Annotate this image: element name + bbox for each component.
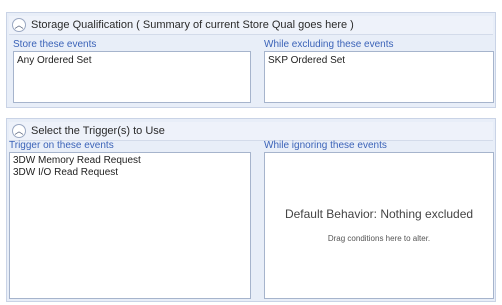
drag-hint: Drag conditions here to alter. bbox=[327, 234, 431, 243]
store-events-label: Store these events bbox=[13, 39, 97, 50]
exclude-events-list[interactable]: SKP Ordered Set bbox=[264, 51, 494, 103]
chevron-up-icon[interactable]: ︿ bbox=[12, 18, 26, 32]
storage-qualification-panel: ︿ Storage Qualification ( Summary of cur… bbox=[6, 12, 496, 108]
store-events-list[interactable]: Any Ordered Set bbox=[13, 51, 251, 103]
list-item[interactable]: 3DW I/O Read Request bbox=[10, 167, 250, 179]
list-item[interactable]: SKP Ordered Set bbox=[265, 52, 493, 67]
storage-qualification-title: Storage Qualification ( Summary of curre… bbox=[31, 19, 354, 31]
chevron-up-icon[interactable]: ︿ bbox=[12, 124, 26, 138]
list-item[interactable]: Any Ordered Set bbox=[14, 52, 250, 67]
ignore-events-label: While ignoring these events bbox=[264, 140, 387, 151]
default-behavior-title: Default Behavior: Nothing excluded bbox=[284, 207, 474, 221]
storage-qualification-header[interactable]: ︿ Storage Qualification ( Summary of cur… bbox=[9, 16, 493, 35]
trigger-panel: ︿ Select the Trigger(s) to Use Trigger o… bbox=[6, 118, 496, 302]
trigger-events-list[interactable]: 3DW Memory Read Request 3DW I/O Read Req… bbox=[9, 152, 251, 299]
list-item[interactable]: 3DW Memory Read Request bbox=[10, 153, 250, 167]
ignore-events-dropzone[interactable]: Default Behavior: Nothing excluded Drag … bbox=[264, 152, 494, 299]
trigger-events-label: Trigger on these events bbox=[9, 140, 114, 151]
trigger-title: Select the Trigger(s) to Use bbox=[31, 125, 165, 137]
exclude-events-label: While excluding these events bbox=[264, 39, 394, 50]
trigger-header[interactable]: ︿ Select the Trigger(s) to Use bbox=[9, 122, 493, 141]
